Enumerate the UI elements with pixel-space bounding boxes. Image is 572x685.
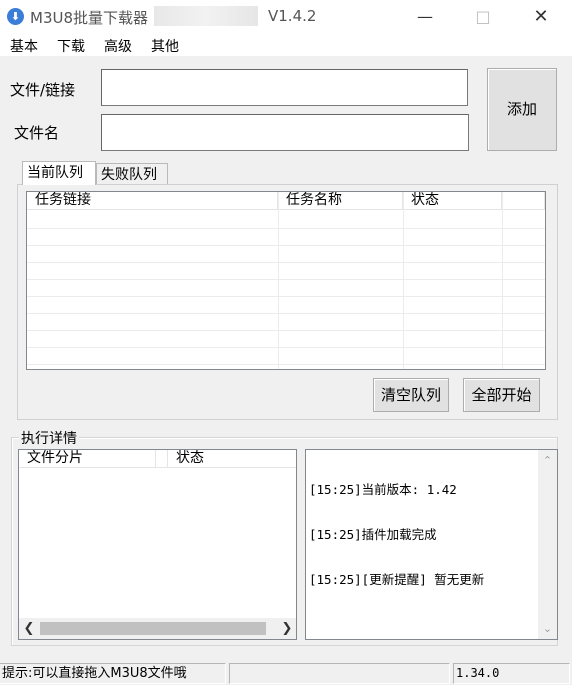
- column-task-link[interactable]: 任务链接: [27, 192, 278, 210]
- grid-line: [27, 330, 545, 331]
- column-extra[interactable]: [502, 192, 545, 210]
- column-divider[interactable]: [156, 450, 168, 468]
- grid-line: [278, 192, 279, 369]
- grid-line: [502, 192, 503, 369]
- status-hint: 提示:可以直接拖入M3U8文件哦: [0, 663, 226, 684]
- add-button[interactable]: 添加: [487, 68, 557, 151]
- column-task-name[interactable]: 任务名称: [278, 192, 403, 210]
- menu-basic[interactable]: 基本: [10, 36, 38, 56]
- status-bar: 提示:可以直接拖入M3U8文件哦 1.34.0: [0, 661, 572, 685]
- segment-list[interactable]: 文件分片 状态 ❮ ❯: [18, 449, 297, 640]
- vertical-scrollbar[interactable]: ⌃ ⌄: [538, 450, 557, 639]
- log-line: [15:25]插件加载完成: [309, 527, 437, 542]
- tab-current-queue[interactable]: 当前队列: [22, 161, 96, 185]
- column-status[interactable]: 状态: [403, 192, 502, 210]
- scroll-right-icon[interactable]: ❯: [279, 621, 295, 636]
- status-version: 1.34.0: [453, 663, 570, 684]
- grid-line: [27, 347, 545, 348]
- window-title: M3U8批量下载器: [30, 9, 149, 27]
- minimize-button[interactable]: —: [402, 0, 448, 34]
- start-all-button[interactable]: 全部开始: [463, 378, 540, 412]
- redacted-title-area: [154, 6, 258, 26]
- grid-line: [403, 192, 404, 369]
- filename-label: 文件名: [14, 124, 60, 142]
- log-lines: [15:25]当前版本: 1.42 [15:25]插件加载完成 [15:25][…: [309, 452, 534, 617]
- tab-failed-queue[interactable]: 失败队列: [96, 163, 168, 184]
- grid-line: [27, 262, 545, 263]
- status-middle: [229, 663, 450, 684]
- clear-queue-button[interactable]: 清空队列: [373, 378, 449, 412]
- log-line: [15:25]当前版本: 1.42: [309, 482, 457, 497]
- grid-line: [27, 245, 545, 246]
- menu-advanced[interactable]: 高级: [104, 36, 132, 56]
- queue-list[interactable]: 任务链接 任务名称 状态: [26, 191, 546, 370]
- window-version: V1.4.2: [268, 7, 317, 25]
- horizontal-scrollbar[interactable]: ❮ ❯: [19, 618, 296, 639]
- scrollbar-thumb[interactable]: [40, 622, 266, 635]
- scroll-down-icon[interactable]: ⌄: [540, 621, 555, 636]
- log-area[interactable]: [15:25]当前版本: 1.42 [15:25]插件加载完成 [15:25][…: [305, 449, 558, 640]
- url-label: 文件/链接: [10, 81, 76, 99]
- details-group-title: 执行详情: [19, 428, 79, 448]
- scroll-left-icon[interactable]: ❮: [21, 621, 37, 636]
- grid-line: [27, 296, 545, 297]
- menu-other[interactable]: 其他: [151, 36, 179, 56]
- close-button[interactable]: ✕: [518, 0, 564, 34]
- menu-bar: 基本 下载 高级 其他: [0, 34, 572, 56]
- log-line: [15:25][更新提醒] 暂无更新: [309, 572, 485, 587]
- grid-line: [27, 279, 545, 280]
- scroll-up-icon[interactable]: ⌃: [540, 453, 555, 468]
- queue-list-header: 任务链接 任务名称 状态: [27, 192, 545, 210]
- grid-line: [27, 313, 545, 314]
- menu-download[interactable]: 下载: [57, 36, 85, 56]
- grid-line: [27, 228, 545, 229]
- column-file-segment[interactable]: 文件分片: [19, 450, 156, 468]
- segment-list-header: 文件分片 状态: [19, 450, 296, 468]
- url-input[interactable]: [101, 69, 468, 106]
- title-bar: ⬇ M3U8批量下载器 V1.4.2 — □ ✕: [0, 0, 572, 34]
- column-segment-status[interactable]: 状态: [168, 450, 296, 468]
- grid-line: [27, 364, 545, 365]
- filename-input[interactable]: [101, 114, 469, 151]
- maximize-button[interactable]: □: [460, 0, 506, 34]
- app-download-icon: ⬇: [7, 8, 24, 25]
